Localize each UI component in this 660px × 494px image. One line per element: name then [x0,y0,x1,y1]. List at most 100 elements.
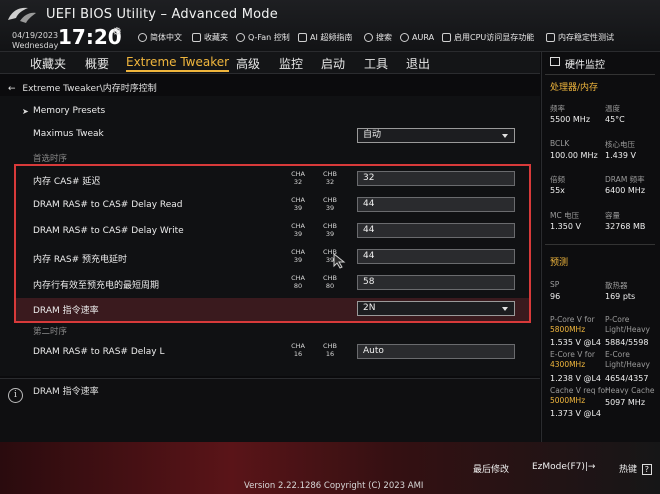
version-text: Version 2.22.1286 Copyright (C) 2023 AMI [244,481,424,491]
bclk-value: 100.00 MHz [550,151,598,160]
search-button[interactable]: 搜索 [364,30,392,44]
app-title: UEFI BIOS Utility – Advanced Mode [46,7,278,22]
timing-label: DRAM RAS# to RAS# Delay L [33,347,165,357]
globe-icon [138,32,147,42]
chevron-down-icon [502,307,508,311]
dram-freq-label: DRAM 频率 [605,175,645,184]
ai-oc-button[interactable]: AI 超频指南 [298,30,352,44]
memtest-label: 内存稳定性测试 [558,32,614,42]
tab-overview[interactable]: 概要 [85,55,109,72]
chevron-right-icon: ➤ [22,107,29,116]
cha-readout: CHA 32 [291,170,305,186]
timing-label: DRAM RAS# to CAS# Delay Write [33,226,184,236]
temp-value: 45°C [605,115,625,124]
primary-timings-header: 首选时序 [33,154,68,164]
weekday-text: Wednesday [12,41,59,50]
tab-monitor[interactable]: 监控 [279,55,303,72]
secondary-timings-header: 第二时序 [33,327,68,337]
tab-favorites[interactable]: 收藏夹 [30,55,66,72]
cas-latency-field[interactable]: 32 [357,171,515,186]
mouse-pointer-icon [333,253,346,269]
divider [545,74,655,75]
ratio-label: 倍频 [550,175,565,184]
mc-voltage-value: 1.350 V [550,222,581,231]
rcd-write-field[interactable]: 44 [357,223,515,238]
back-arrow-icon[interactable]: ← [8,84,16,94]
fan-icon [236,32,245,42]
maximus-tweak-select[interactable]: 自动 [357,128,515,143]
tab-boot[interactable]: 启动 [321,55,345,72]
favorites-button[interactable]: 收藏夹 [192,30,228,44]
ecore-lh-label: E-Core Light/Heavy [605,350,650,369]
monitor-title: 硬件监控 [565,60,605,71]
resize-bar-icon [442,32,451,42]
rrd-l-field[interactable]: Auto [357,344,515,359]
resize-bar-label: 启用CPU访问显存功能 [454,32,535,42]
top-header: UEFI BIOS Utility – Advanced Mode 04/19/… [0,0,660,52]
timing-label: 内存 CAS# 延迟 [33,177,101,187]
sp-value: 96 [550,292,561,301]
resize-bar-button[interactable]: 启用CPU访问显存功能 [442,30,534,44]
chb-readout: CHB 80 [323,274,337,290]
pcore-label: P-Core V for [550,315,595,324]
highlight-box [14,164,531,323]
monitor-icon [550,57,560,66]
chb-readout: CHB 32 [323,170,337,186]
timing-label: DRAM RAS# to CAS# Delay Read [33,200,183,210]
bclk-label: BCLK [550,139,570,148]
aura-button[interactable]: AURA [400,30,434,44]
cpu-memory-section: 处理器/内存 [550,83,599,93]
tab-extreme-tweaker[interactable]: Extreme Tweaker [126,55,230,72]
cooler-value: 169 pts [605,292,636,301]
pcore-lh-label: P-Core Light/Heavy [605,315,650,334]
memtest-icon [546,32,555,42]
maximus-tweak-value: 自动 [363,130,382,140]
heavy-cache-label: Heavy Cache [605,386,655,395]
cha-readout: CHA 39 [291,196,305,212]
ai-icon [298,32,307,42]
pcore-freq: 5800MHz [550,325,586,334]
info-icon: i [8,388,23,403]
capacity-label: 容量 [605,211,620,220]
breadcrumb-path: Extreme Tweaker\内存时序控制 [22,84,157,94]
language-label: 简体中文 [150,32,182,42]
temp-label: 温度 [605,104,620,113]
last-modified-button[interactable]: 最后修改 [473,462,509,475]
tab-advanced[interactable]: 高级 [236,55,260,72]
mc-voltage-label: MC 电压 [550,211,580,220]
qfan-label: Q-Fan 控制 [248,32,290,42]
cache-value: 1.373 V @L4 [550,409,602,418]
hotkeys-button[interactable]: 热键 ? [619,462,652,475]
qfan-button[interactable]: Q-Fan 控制 [236,30,290,44]
help-icon: ? [641,464,652,475]
tab-tools[interactable]: 工具 [364,55,388,72]
aura-label: AURA [412,32,435,42]
gear-icon[interactable]: ⚙ [112,25,122,38]
prediction-section: 预测 [550,258,569,268]
freq-value: 5500 MHz [550,115,591,124]
favorites-label: 收藏夹 [204,32,228,42]
ecore-value: 1.238 V @L4 [550,374,602,383]
tab-exit[interactable]: 退出 [406,55,430,72]
date-text: 04/19/2023 [12,31,59,40]
cha-readout: CHA 39 [291,248,305,264]
command-rate-select[interactable]: 2N [357,301,515,316]
ratio-value: 55x [550,186,565,195]
date-display: 04/19/2023 Wednesday [12,31,58,51]
chb-readout: CHB 39 [323,196,337,212]
pcore-lh-value: 5884/5598 [605,338,649,347]
ezmode-button[interactable]: EzMode(F7)|→ [532,462,595,472]
memory-presets-label: Memory Presets [33,106,106,116]
command-rate-value: 2N [363,303,376,313]
cache-freq: 5000MHz [550,396,586,405]
rcd-read-field[interactable]: 44 [357,197,515,212]
timing-label: 内存 RAS# 预充电延时 [33,255,128,265]
chevron-down-icon [502,134,508,138]
freq-label: 频率 [550,104,565,113]
ras-field[interactable]: 58 [357,275,515,290]
language-button[interactable]: 简体中文 [138,30,182,44]
hotkeys-label: 热键 [619,465,638,475]
memtest-button[interactable]: 内存稳定性测试 [546,30,614,44]
breadcrumb[interactable]: ← Extreme Tweaker\内存时序控制 [8,81,157,94]
rp-field[interactable]: 44 [357,249,515,264]
